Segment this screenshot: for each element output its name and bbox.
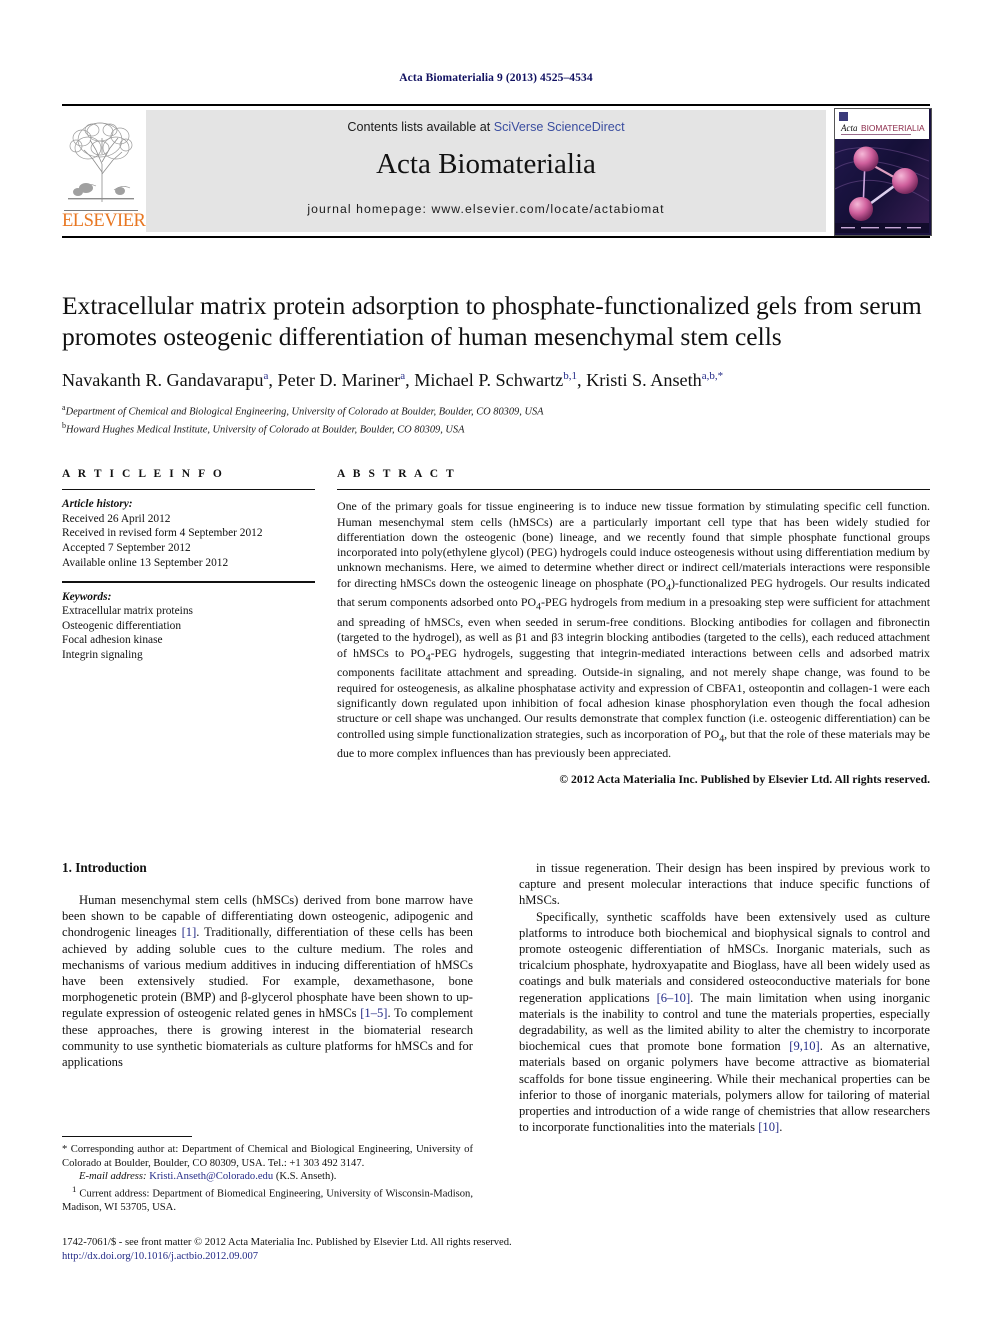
citation-ref[interactable]: [9,10] bbox=[789, 1039, 819, 1053]
keywords-block: Keywords: Extracellular matrix proteins O… bbox=[62, 590, 315, 663]
corresponding-author-note: * Corresponding author at: Department of… bbox=[62, 1143, 473, 1170]
affiliation-item: aDepartment of Chemical and Biological E… bbox=[62, 403, 544, 418]
author-name: Kristi S. Anseth bbox=[586, 370, 702, 391]
body-paragraph: Specifically, synthetic scaffolds have b… bbox=[519, 909, 930, 1135]
keywords-rule bbox=[62, 581, 315, 583]
journal-homepage-link[interactable]: journal homepage: www.elsevier.com/locat… bbox=[146, 202, 826, 216]
author-affiliation-marker: a bbox=[263, 370, 269, 382]
elsevier-wordmark: ELSEVIER bbox=[62, 211, 146, 231]
article-history: Article history: Received 26 April 2012 R… bbox=[62, 497, 315, 570]
title-block: Extracellular matrix protein adsorption … bbox=[62, 290, 930, 437]
introduction-heading: 1. Introduction bbox=[62, 860, 147, 875]
introduction-left-paragraphs: Human mesenchymal stem cells (hMSCs) der… bbox=[62, 892, 473, 1070]
keywords-label: Keywords: bbox=[62, 590, 112, 603]
article-history-item: Received in revised form 4 September 201… bbox=[62, 527, 263, 540]
citation-ref[interactable]: [1] bbox=[182, 925, 197, 939]
author-list: Navakanth R. Gandavarapua, Peter D. Mari… bbox=[62, 370, 724, 391]
masthead-top-rule bbox=[62, 104, 930, 106]
article-history-item: Available online 13 September 2012 bbox=[62, 556, 229, 569]
author-name: Peter D. Mariner bbox=[277, 370, 401, 391]
corresponding-marker: * bbox=[62, 1144, 68, 1156]
abstract-rule bbox=[337, 489, 930, 491]
body-column-left: 1. Introduction Human mesenchymal stem c… bbox=[62, 860, 473, 1070]
abstract-heading: A B S T R A C T bbox=[337, 468, 457, 480]
tree-svg bbox=[68, 122, 134, 202]
body-paragraph: in tissue regeneration. Their design has… bbox=[519, 861, 930, 908]
abstract-block: A B S T R A C T One of the primary goals… bbox=[337, 468, 930, 786]
page-title: Extracellular matrix protein adsorption … bbox=[62, 291, 922, 351]
keywords-items: Extracellular matrix proteins Osteogenic … bbox=[62, 604, 315, 662]
citation-ref[interactable]: [6–10] bbox=[657, 991, 691, 1005]
doi-link[interactable]: http://dx.doi.org/10.1016/j.actbio.2012.… bbox=[62, 1250, 930, 1264]
sciencedirect-link[interactable]: SciVerse ScienceDirect bbox=[494, 120, 625, 134]
body-column-right: in tissue regeneration. Their design has… bbox=[519, 860, 930, 1135]
keyword-item: Focal adhesion kinase bbox=[62, 634, 163, 647]
author-name: Michael P. Schwartz bbox=[414, 370, 564, 391]
affiliation-item: bHoward Hughes Medical Institute, Univer… bbox=[62, 421, 465, 436]
email-label: E-mail address: bbox=[79, 1171, 147, 1182]
issn-copyright-line: 1742-7061/$ - see front matter © 2012 Ac… bbox=[62, 1237, 512, 1248]
journal-title: Acta Biomaterialia bbox=[376, 148, 596, 180]
masthead-bottom-rule bbox=[62, 236, 930, 239]
current-address-marker: 1 bbox=[72, 1184, 77, 1195]
journal-masthead: ELSEVIER Contents lists available at Sci… bbox=[62, 108, 932, 236]
contents-available-line: Contents lists available at SciVerse Sci… bbox=[146, 120, 826, 134]
journal-cover-thumbnail[interactable]: Acta BIOMATERIALIA bbox=[834, 108, 932, 236]
current-address-text: Current address: Department of Biomedica… bbox=[62, 1188, 473, 1214]
introduction-right-paragraphs: in tissue regeneration. Their design has… bbox=[519, 860, 930, 1135]
current-address-note: 1 Current address: Department of Biomedi… bbox=[62, 1183, 473, 1214]
keyword-item: Integrin signaling bbox=[62, 648, 143, 661]
abstract-text: One of the primary goals for tissue engi… bbox=[337, 499, 930, 761]
keyword-item: Osteogenic differentiation bbox=[62, 619, 182, 632]
article-history-label: Article history: bbox=[62, 498, 133, 511]
article-history-item: Received 26 April 2012 bbox=[62, 512, 171, 525]
author-affiliation-marker: a bbox=[400, 370, 406, 382]
email-link[interactable]: Kristi.Anseth@Colorado.edu bbox=[149, 1171, 273, 1182]
corresponding-text: Corresponding author at: Department of C… bbox=[62, 1144, 473, 1169]
page-footer: 1742-7061/$ - see front matter © 2012 Ac… bbox=[62, 1236, 930, 1264]
cover-art-svg: Acta BIOMATERIALIA bbox=[835, 109, 930, 233]
footnote-rule bbox=[62, 1136, 192, 1138]
masthead-band: Contents lists available at SciVerse Sci… bbox=[146, 110, 826, 232]
running-head: Acta Biomaterialia 9 (2013) 4525–4534 bbox=[399, 72, 593, 84]
article-info-heading: A R T I C L E I N F O bbox=[62, 468, 225, 480]
paper-page: Acta Biomaterialia 9 (2013) 4525–4534 EL… bbox=[0, 0, 992, 1323]
author-name: Navakanth R. Gandavarapu bbox=[62, 370, 264, 391]
affiliation-list: aDepartment of Chemical and Biological E… bbox=[62, 401, 930, 437]
svg-text:BIOMATERIALIA: BIOMATERIALIA bbox=[861, 123, 925, 133]
article-info-block: A R T I C L E I N F O Article history: R… bbox=[62, 468, 315, 663]
author-affiliation-marker: a,b,* bbox=[701, 370, 724, 382]
elsevier-tree-icon bbox=[66, 112, 136, 204]
article-info-rule bbox=[62, 489, 315, 491]
body-paragraph: Human mesenchymal stem cells (hMSCs) der… bbox=[62, 893, 473, 1070]
email-note: E-mail address: Kristi.Anseth@Colorado.e… bbox=[62, 1170, 473, 1183]
contents-prefix: Contents lists available at bbox=[347, 120, 494, 134]
abstract-copyright: © 2012 Acta Materialia Inc. Published by… bbox=[559, 772, 930, 786]
elsevier-logo: ELSEVIER bbox=[62, 108, 146, 234]
article-history-item: Accepted 7 September 2012 bbox=[62, 542, 191, 555]
email-suffix: (K.S. Anseth). bbox=[275, 1171, 337, 1182]
citation-ref[interactable]: [1–5] bbox=[360, 1006, 387, 1020]
author-affiliation-marker: b,1 bbox=[563, 370, 577, 382]
footnote-block: * Corresponding author at: Department of… bbox=[62, 1136, 473, 1215]
article-history-items: Received 26 April 2012 Received in revise… bbox=[62, 512, 315, 570]
keyword-item: Extracellular matrix proteins bbox=[62, 605, 193, 618]
citation-ref[interactable]: [10] bbox=[758, 1120, 779, 1134]
svg-text:Acta: Acta bbox=[840, 123, 858, 133]
